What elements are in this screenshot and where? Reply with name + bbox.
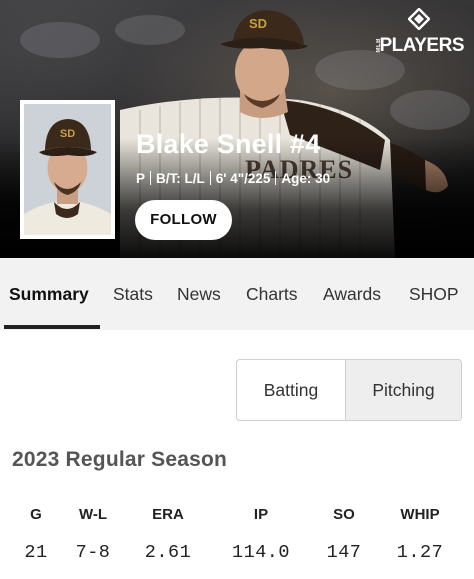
stat-header-ip: IP [253, 506, 269, 523]
stat-value-ip: 114.0 [231, 542, 291, 563]
mlb-players-logo: MLB PLAYERS [376, 8, 464, 58]
pitching-option[interactable]: Pitching [345, 360, 461, 420]
headshot-photo: SD [24, 104, 111, 235]
player-headshot: SD [20, 100, 115, 239]
divider [209, 171, 211, 185]
stat-value-g: 21 [24, 542, 48, 563]
svg-text:SD: SD [249, 16, 267, 31]
player-height-weight: 6' 4"/225 [215, 171, 271, 186]
batting-option[interactable]: Batting [237, 360, 345, 420]
stat-value-so: 147 [326, 542, 362, 563]
player-name: Blake Snell #4 [136, 129, 321, 159]
tab-charts[interactable]: Charts [246, 284, 298, 305]
follow-button[interactable]: FOLLOW [135, 200, 232, 240]
player-bats-throws: B/T: L/L [156, 171, 205, 186]
tab-shop[interactable]: SHOP [409, 284, 459, 305]
stat-header-so: SO [333, 506, 355, 523]
players-emblem-icon [408, 8, 430, 30]
season-title: 2023 Regular Season [12, 448, 228, 471]
tab-news[interactable]: News [177, 284, 221, 305]
tab-summary[interactable]: Summary [9, 284, 89, 305]
stat-header-wl: W-L [78, 506, 108, 523]
player-hero-banner: SD PADRES MLB PLAYERS SD Blake Snel [0, 0, 474, 258]
player-bio-line: P B/T: L/L 6' 4"/225 Age: 30 [136, 171, 330, 186]
stat-header-era: ERA [152, 506, 184, 523]
batting-pitching-toggle: Batting Pitching [236, 359, 462, 421]
divider [150, 171, 152, 185]
player-position: P [136, 171, 146, 186]
tab-awards[interactable]: Awards [323, 284, 381, 305]
profile-tab-bar: Summary Stats News Charts Awards SHOP [0, 258, 474, 330]
divider [275, 171, 277, 185]
active-tab-indicator [4, 325, 100, 329]
cap-logo-text: SD [60, 128, 75, 140]
player-age: Age: 30 [281, 171, 331, 186]
stat-value-era: 2.61 [144, 542, 192, 563]
stat-value-wl: 7-8 [75, 542, 111, 563]
stat-header-whip: WHIP [400, 506, 440, 523]
players-wordmark: PLAYERS [379, 35, 465, 56]
tab-stats[interactable]: Stats [113, 284, 153, 305]
stat-value-whip: 1.27 [396, 542, 444, 563]
stat-header-g: G [30, 506, 42, 523]
